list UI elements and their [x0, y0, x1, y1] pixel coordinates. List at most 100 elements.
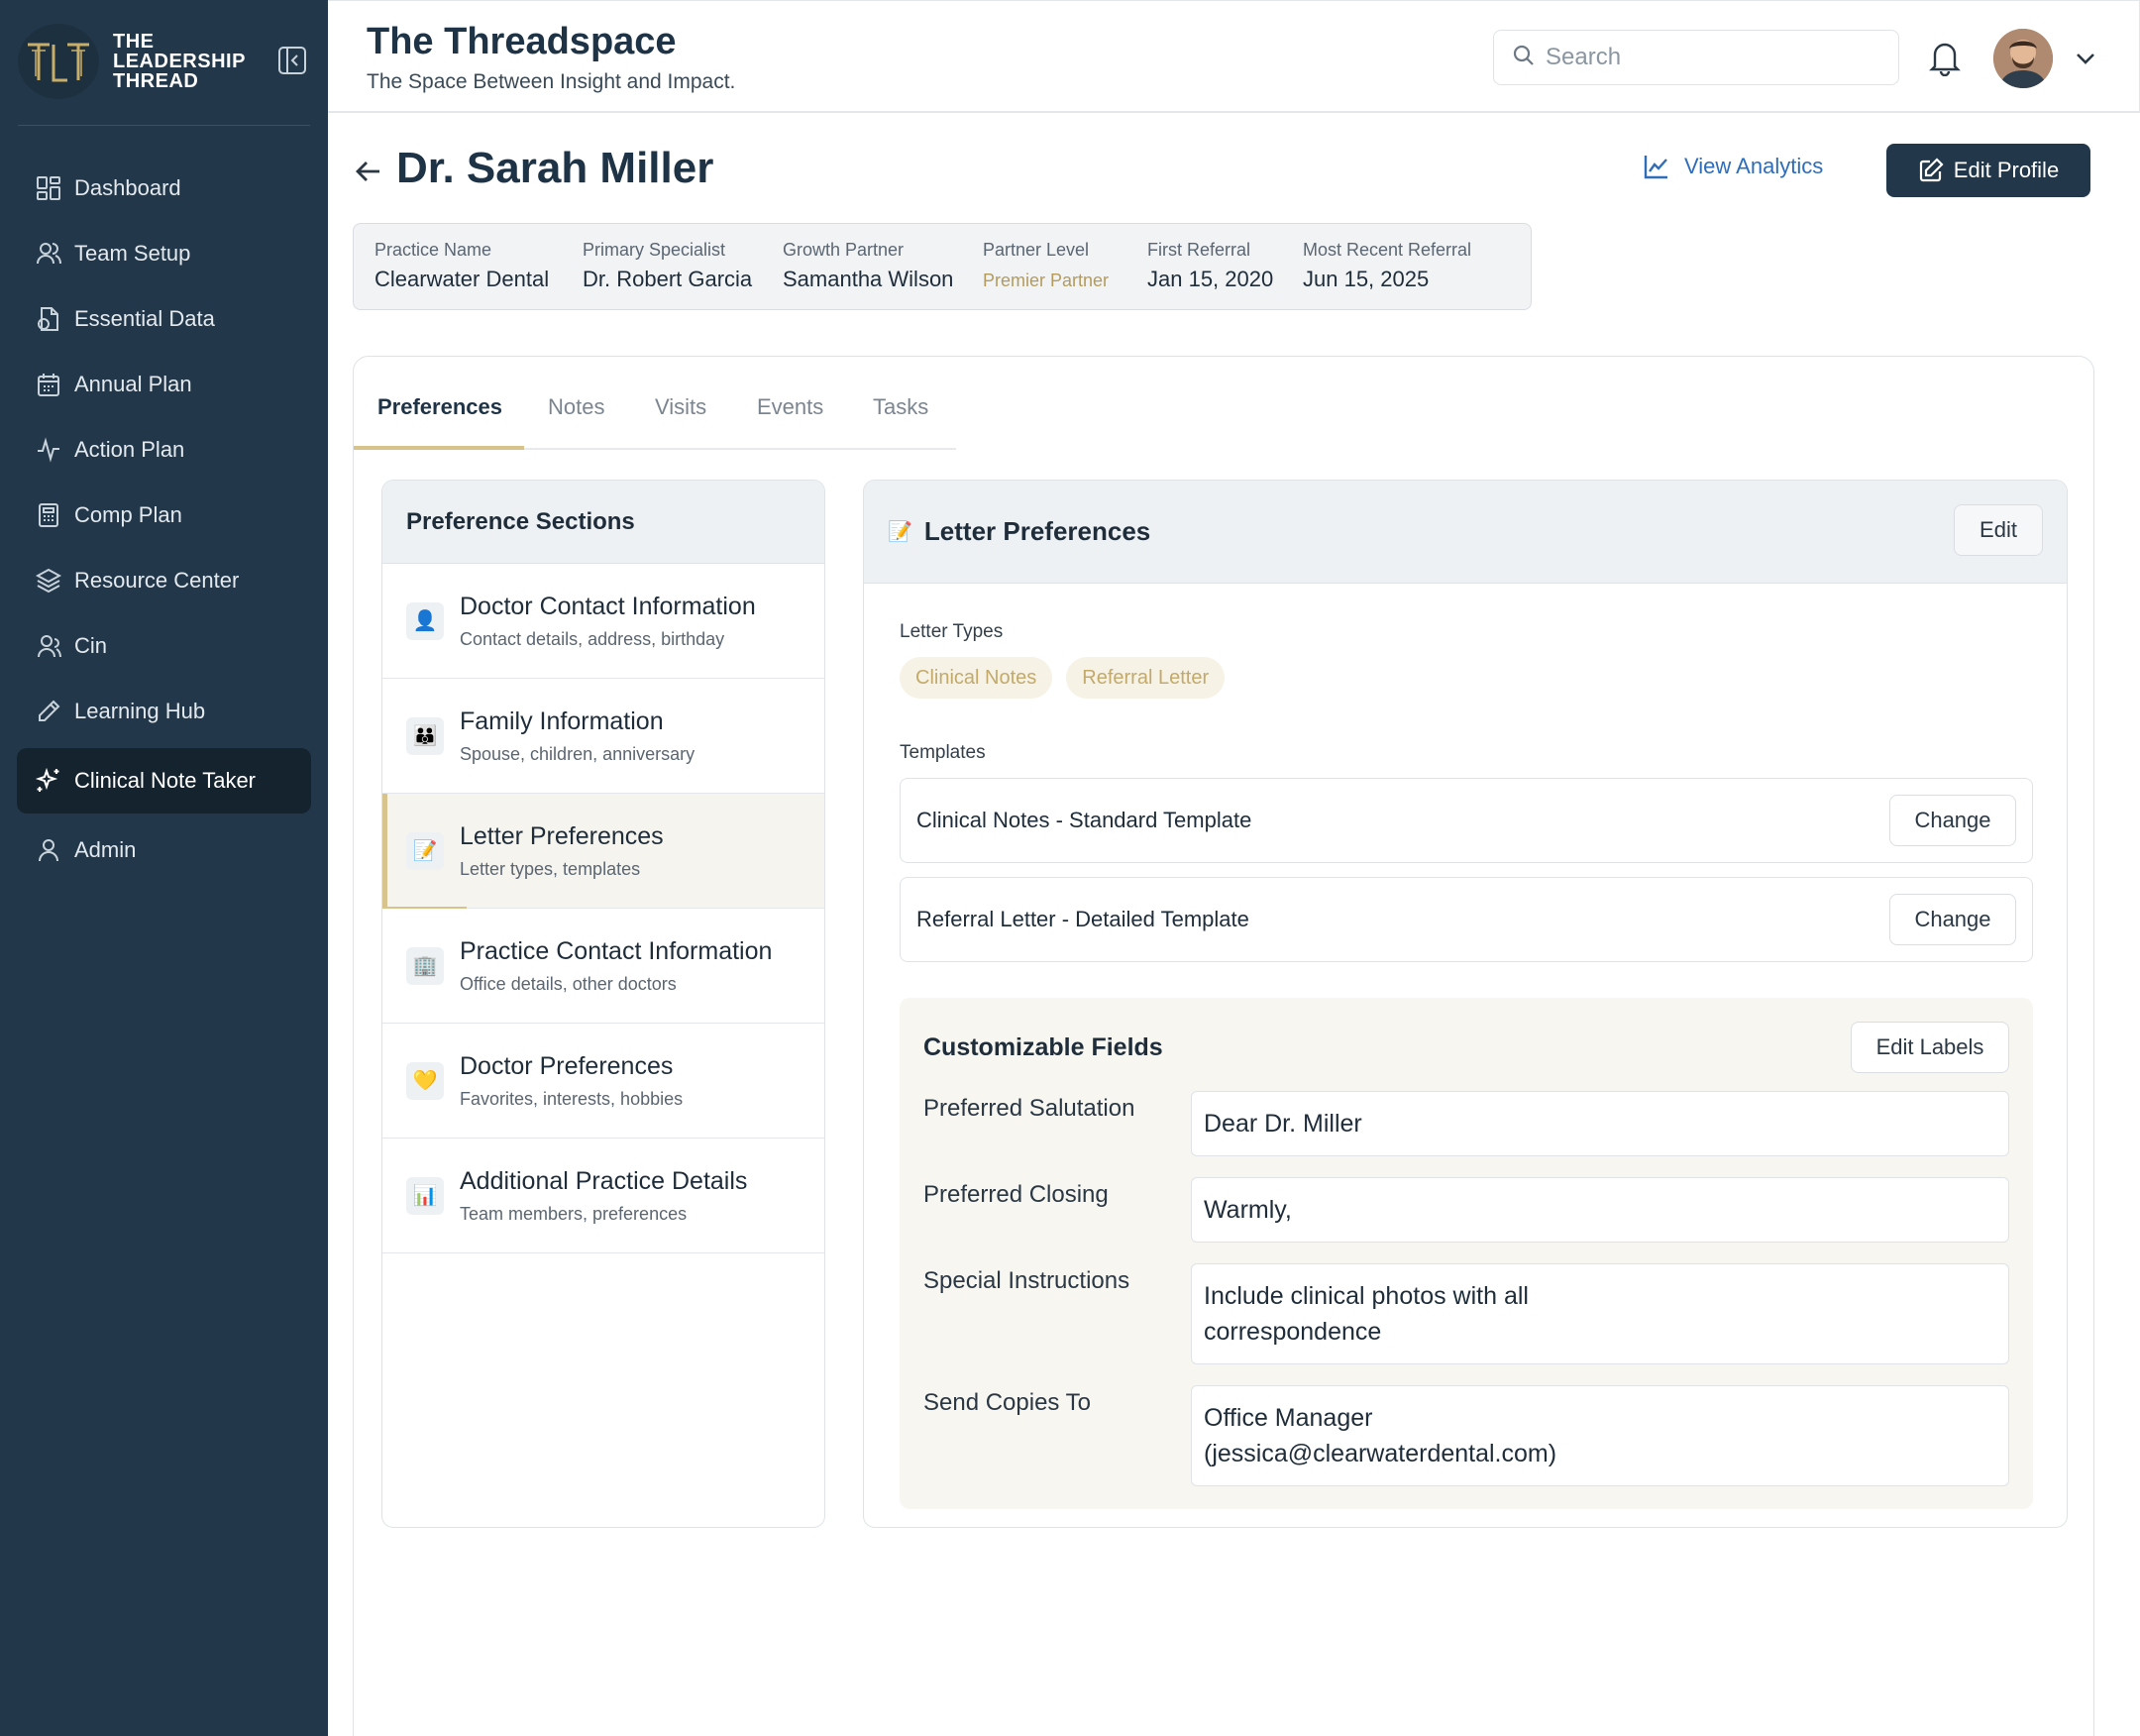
preferred-salutation-field[interactable]: Dear Dr. Miller	[1191, 1091, 2009, 1156]
edit-icon	[1919, 158, 1944, 182]
info-value: Samantha Wilson	[783, 267, 954, 291]
user-group-icon	[35, 632, 62, 660]
info-value: Jan 15, 2020	[1147, 267, 1274, 291]
info-first-referral: First Referral Jan 15, 2020	[1147, 240, 1273, 292]
calculator-icon	[35, 501, 62, 529]
brand-name: THE LEADERSHIP THREAD	[113, 31, 246, 92]
section-practice-contact[interactable]: 🏢 Practice Contact Information Office de…	[382, 909, 824, 1024]
tab-preferences[interactable]: Preferences	[377, 394, 502, 450]
customizable-fields-title: Customizable Fields	[923, 1033, 1163, 1061]
profile-info-strip: Practice Name Clearwater Dental Primary …	[353, 223, 1532, 310]
users-icon	[35, 240, 62, 268]
info-label: Partner Level	[983, 240, 1090, 260]
calendar-icon	[35, 371, 62, 398]
change-template-button[interactable]: Change	[1889, 894, 2016, 945]
sidebar-item-clinical-note-taker[interactable]: Clinical Note Taker	[17, 748, 311, 814]
edit-labels-button[interactable]: Edit Labels	[1851, 1022, 2009, 1073]
app-subtitle: The Space Between Insight and Impact.	[367, 70, 736, 93]
activity-icon	[35, 436, 62, 464]
letter-types-label: Letter Types	[900, 621, 1004, 642]
profile-name: Dr. Sarah Miller	[396, 144, 714, 192]
search-icon	[1512, 44, 1536, 72]
sidebar-item-learning-hub[interactable]: Learning Hub	[17, 679, 311, 744]
special-instructions-field[interactable]: Include clinical photos with all corresp…	[1191, 1263, 2009, 1364]
template-row: Referral Letter - Detailed Template Chan…	[900, 877, 2033, 962]
sidebar-item-label: Action Plan	[74, 437, 185, 462]
template-name: Referral Letter - Detailed Template	[916, 907, 1249, 931]
preference-sections-title: Preference Sections	[382, 481, 824, 564]
brand[interactable]: THE LEADERSHIP THREAD	[18, 24, 305, 99]
profile-main-card: Preferences Notes Visits Events Tasks Pr…	[353, 356, 2094, 1736]
field-label: Preferred Closing	[923, 1181, 1109, 1208]
info-value: Jun 15, 2025	[1303, 267, 1430, 291]
section-title: Additional Practice Details	[460, 1166, 748, 1195]
chevron-down-icon[interactable]	[2073, 46, 2098, 71]
search-box[interactable]	[1493, 30, 1899, 85]
section-title: Doctor Preferences	[460, 1051, 674, 1080]
search-input[interactable]	[1546, 44, 1882, 71]
section-description: Spouse, children, anniversary	[460, 743, 696, 764]
field-label: Send Copies To	[923, 1389, 1092, 1416]
tab-visits[interactable]: Visits	[655, 394, 706, 450]
sidebar-item-essential-data[interactable]: Essential Data	[17, 286, 311, 352]
view-analytics-link[interactable]: View Analytics	[1643, 153, 1823, 180]
section-letter-preferences[interactable]: 📝 Letter Preferences Letter types, templ…	[382, 794, 824, 909]
sidebar-item-label: Cin	[74, 633, 108, 658]
tab-bar: Preferences Notes Visits Events Tasks	[354, 394, 956, 450]
sidebar-item-comp-plan[interactable]: Comp Plan	[17, 483, 311, 548]
section-description: Contact details, address, birthday	[460, 628, 725, 649]
collapse-sidebar-icon[interactable]	[275, 44, 309, 77]
section-additional-practice-details[interactable]: 📊 Additional Practice Details Team membe…	[382, 1139, 824, 1253]
bell-icon[interactable]	[1927, 39, 1967, 78]
section-title: Practice Contact Information	[460, 936, 773, 965]
dashboard-icon	[35, 174, 62, 202]
brand-logo-icon	[18, 24, 99, 99]
office-building-icon: 🏢	[406, 946, 444, 985]
sidebar-item-admin[interactable]: Admin	[17, 817, 311, 883]
tab-tasks[interactable]: Tasks	[873, 394, 928, 450]
sidebar-divider	[18, 125, 310, 126]
data-icon	[35, 305, 62, 333]
info-label: Practice Name	[374, 240, 492, 260]
info-value: Dr. Robert Garcia	[583, 267, 753, 291]
back-arrow-icon[interactable]	[352, 155, 385, 188]
sidebar-item-action-plan[interactable]: Action Plan	[17, 417, 311, 483]
app-title: The Threadspace	[367, 21, 677, 62]
user-icon	[35, 836, 62, 864]
sidebar-item-label: Resource Center	[74, 568, 240, 593]
edit-profile-button[interactable]: Edit Profile	[1886, 144, 2090, 197]
change-template-button[interactable]: Change	[1889, 795, 2016, 846]
section-doctor-contact[interactable]: 👤 Doctor Contact Information Contact det…	[382, 564, 824, 679]
info-growth-partner: Growth Partner Samantha Wilson	[783, 240, 953, 292]
send-copies-to-field[interactable]: Office Manager (jessica@clearwaterdental…	[1191, 1385, 2009, 1486]
layers-icon	[35, 567, 62, 595]
template-name: Clinical Notes - Standard Template	[916, 808, 1252, 832]
tab-events[interactable]: Events	[757, 394, 823, 450]
avatar[interactable]	[1993, 29, 2053, 88]
chart-line-icon	[1644, 156, 1667, 179]
sidebar-item-label: Team Setup	[74, 241, 191, 266]
sidebar-item-label: Clinical Note Taker	[74, 768, 257, 793]
sidebar-item-dashboard[interactable]: Dashboard	[17, 156, 311, 221]
sidebar-item-team-setup[interactable]: Team Setup	[17, 221, 311, 286]
info-label: Primary Specialist	[583, 240, 726, 260]
sidebar-item-label: Annual Plan	[74, 372, 192, 396]
section-doctor-preferences[interactable]: 💛 Doctor Preferences Favorites, interest…	[382, 1024, 824, 1139]
sidebar-item-annual-plan[interactable]: Annual Plan	[17, 352, 311, 417]
letter-type-chip[interactable]: Clinical Notes	[900, 657, 1053, 699]
sidebar-item-label: Admin	[74, 837, 137, 862]
partner-level-badge: Premier Partner	[983, 271, 1110, 290]
preferred-closing-field[interactable]: Warmly,	[1191, 1177, 2009, 1243]
info-most-recent-referral: Most Recent Referral Jun 15, 2025	[1303, 240, 1471, 292]
templates-label: Templates	[900, 742, 986, 763]
section-family-information[interactable]: 👪 Family Information Spouse, children, a…	[382, 679, 824, 794]
tab-notes[interactable]: Notes	[548, 394, 604, 450]
edit-letter-preferences-button[interactable]: Edit	[1954, 504, 2043, 556]
field-label: Preferred Salutation	[923, 1095, 1135, 1122]
person-icon: 👤	[406, 601, 444, 640]
sparkle-icon	[35, 767, 62, 795]
sidebar-item-resource-center[interactable]: Resource Center	[17, 548, 311, 613]
letter-type-chip[interactable]: Referral Letter	[1066, 657, 1226, 699]
sidebar-item-cin[interactable]: Cin	[17, 613, 311, 679]
info-label: Most Recent Referral	[1303, 240, 1472, 260]
